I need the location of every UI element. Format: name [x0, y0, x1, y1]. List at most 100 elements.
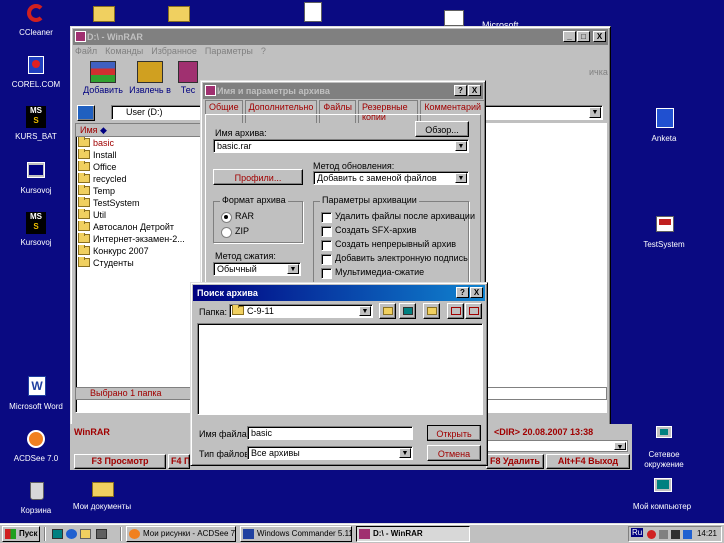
- recycle-bin-icon: [23, 480, 49, 504]
- file-list-item[interactable]: Автосалон Детройт: [78, 221, 205, 233]
- clock[interactable]: 14:21: [697, 529, 717, 538]
- toolbar-test[interactable]: Тес: [177, 61, 199, 95]
- task-winrar[interactable]: D:\ - WinRAR: [356, 526, 470, 542]
- list-view-button[interactable]: [447, 303, 464, 319]
- desktop-icon-kursovoj-2[interactable]: MS S Kursovoj: [2, 212, 70, 248]
- task-acdsee[interactable]: Мои рисунки - ACDSee 7.0: [126, 526, 236, 542]
- folder-select[interactable]: C-9-11 ▼: [229, 304, 373, 318]
- archive-params-dialog[interactable]: Имя и параметры архива ? X Общие Дополни…: [200, 80, 486, 300]
- option-signature-checkbox[interactable]: Добавить электронную подпись: [321, 253, 468, 265]
- tray-network-icon[interactable]: [659, 530, 668, 539]
- desktop-icon-recycle-bin[interactable]: Корзина: [2, 480, 70, 516]
- folder-icon[interactable]: [93, 6, 115, 22]
- file-list-item[interactable]: Temp: [78, 185, 205, 197]
- file-list-item[interactable]: TestSystem: [78, 197, 205, 209]
- dialog-title: Имя и параметры архива: [217, 86, 330, 96]
- desktop-icon-corel[interactable]: COREL.COM: [2, 54, 70, 90]
- find-archive-dialog[interactable]: Поиск архива ? X Папка: C-9-11 ▼ Имя фай…: [190, 282, 488, 466]
- task-windows-commander[interactable]: Windows Commander 5.11...: [240, 526, 352, 542]
- archive-name-input[interactable]: basic.rar ▼: [213, 139, 469, 153]
- close-button[interactable]: X: [470, 287, 483, 298]
- browse-button[interactable]: Обзор...: [415, 121, 469, 137]
- find-dialog-title-bar[interactable]: Поиск архива ? X: [193, 285, 485, 301]
- format-zip-radio[interactable]: ZIP: [221, 226, 249, 238]
- close-button[interactable]: X: [468, 85, 481, 96]
- f4-button[interactable]: F4 П: [168, 454, 190, 469]
- option-multimedia-checkbox[interactable]: Мультимедиа-сжатие: [321, 267, 424, 279]
- file-list-item[interactable]: Интернет-экзамен-2...: [78, 233, 205, 245]
- menu-file[interactable]: Файл: [75, 46, 97, 58]
- desktop-icon-kursovoj-1[interactable]: Kursovoj: [2, 160, 70, 196]
- desktop-icon-acdsee[interactable]: ACDSee 7.0: [2, 428, 70, 464]
- quicklaunch-ie-icon[interactable]: [66, 529, 77, 539]
- file-list-item[interactable]: Студенты: [78, 257, 205, 269]
- file-name: Студенты: [93, 258, 134, 268]
- winrar-title-bar[interactable]: D:\ - WinRAR _ □ X: [73, 29, 608, 45]
- file-list-item[interactable]: Office: [78, 161, 205, 173]
- menu-favorites[interactable]: Избранное: [151, 46, 197, 58]
- f8-delete-button[interactable]: F8 Удалить: [486, 454, 544, 469]
- menu-options[interactable]: Параметры: [205, 46, 253, 58]
- desktop-icon-kurs-bat[interactable]: MS S KURS_BAT: [2, 106, 70, 142]
- application-icon[interactable]: [444, 10, 464, 26]
- format-rar-radio[interactable]: RAR: [221, 211, 254, 223]
- cancel-button[interactable]: Отмена: [427, 445, 481, 461]
- filename-input[interactable]: basic: [247, 426, 413, 440]
- option-solid-checkbox[interactable]: Создать непрерывный архив: [321, 239, 456, 251]
- desktop-icon-word[interactable]: W Microsoft Word: [2, 376, 70, 412]
- desktop-button[interactable]: [399, 303, 416, 319]
- file-list[interactable]: Имя ◆ basic Install Office recycled Temp Test…: [75, 123, 206, 413]
- archive-name-label: Имя архива:: [215, 128, 267, 138]
- column-header-name[interactable]: Имя ◆: [76, 124, 205, 137]
- desktop-icon-testsystem[interactable]: TestSystem: [630, 214, 698, 250]
- maximize-button[interactable]: □: [577, 31, 590, 42]
- folder-icon: [78, 221, 90, 231]
- help-button[interactable]: ?: [456, 287, 469, 298]
- toolbar-extract[interactable]: Извлечь в: [127, 61, 173, 95]
- toolbar-add[interactable]: Добавить: [83, 61, 123, 95]
- f3-view-button[interactable]: F3 Просмотр: [74, 454, 166, 469]
- tray-volume-icon[interactable]: [671, 530, 680, 539]
- up-folder-button[interactable]: [77, 105, 95, 121]
- profiles-button[interactable]: Профили...: [213, 169, 303, 185]
- details-view-button[interactable]: [465, 303, 482, 319]
- tray-app-icon[interactable]: [683, 530, 692, 539]
- document-icon[interactable]: [304, 2, 322, 22]
- winrar-icon: [205, 85, 216, 96]
- compression-method-select[interactable]: Обычный ▼: [213, 262, 301, 276]
- close-button[interactable]: X: [593, 31, 606, 42]
- folder-icon[interactable]: [168, 6, 190, 22]
- alt-f4-exit-button[interactable]: Alt+F4 Выход: [546, 454, 630, 469]
- minimize-button[interactable]: _: [563, 31, 576, 42]
- desktop-icon-my-computer[interactable]: Мой компьютер: [624, 476, 700, 512]
- filetype-select[interactable]: Все архивы ▼: [247, 446, 413, 460]
- dialog-title-bar[interactable]: Имя и параметры архива ? X: [203, 83, 483, 99]
- file-list-item[interactable]: recycled: [78, 173, 205, 185]
- file-list-item[interactable]: basic: [78, 137, 205, 149]
- find-file-list[interactable]: [197, 323, 483, 415]
- quicklaunch-mail-icon[interactable]: [80, 529, 91, 539]
- quicklaunch-desktop-icon[interactable]: [52, 529, 63, 539]
- menu-help[interactable]: ?: [261, 46, 266, 58]
- file-list-item[interactable]: Конкурс 2007: [78, 245, 205, 257]
- open-button[interactable]: Открыть: [427, 425, 481, 441]
- file-list-item[interactable]: Util: [78, 209, 205, 221]
- file-list-item[interactable]: Install: [78, 149, 205, 161]
- new-folder-button[interactable]: [423, 303, 440, 319]
- start-button[interactable]: Пуск: [2, 526, 40, 542]
- quicklaunch-channels-icon[interactable]: [96, 529, 107, 539]
- menu-commands[interactable]: Команды: [105, 46, 143, 58]
- desktop-icon-anketa[interactable]: Anketa: [630, 108, 698, 144]
- up-one-level-button[interactable]: [379, 303, 396, 319]
- commander-dropdown[interactable]: ▼: [484, 440, 628, 452]
- update-method-select[interactable]: Добавить с заменой файлов ▼: [313, 171, 469, 185]
- help-button[interactable]: ?: [454, 85, 467, 96]
- desktop-icon-network[interactable]: Сетевое окружение: [630, 424, 698, 470]
- archive-name-value: basic.rar: [217, 141, 252, 151]
- tray-antivirus-icon[interactable]: [647, 530, 656, 539]
- language-indicator[interactable]: Ru: [631, 528, 644, 537]
- option-sfx-checkbox[interactable]: Создать SFX-архив: [321, 225, 416, 237]
- option-delete-files-checkbox[interactable]: Удалить файлы после архивации: [321, 211, 475, 223]
- desktop-icon-my-documents[interactable]: Мои документы: [64, 476, 140, 512]
- desktop-icon-ccleaner[interactable]: CCleaner: [2, 2, 70, 38]
